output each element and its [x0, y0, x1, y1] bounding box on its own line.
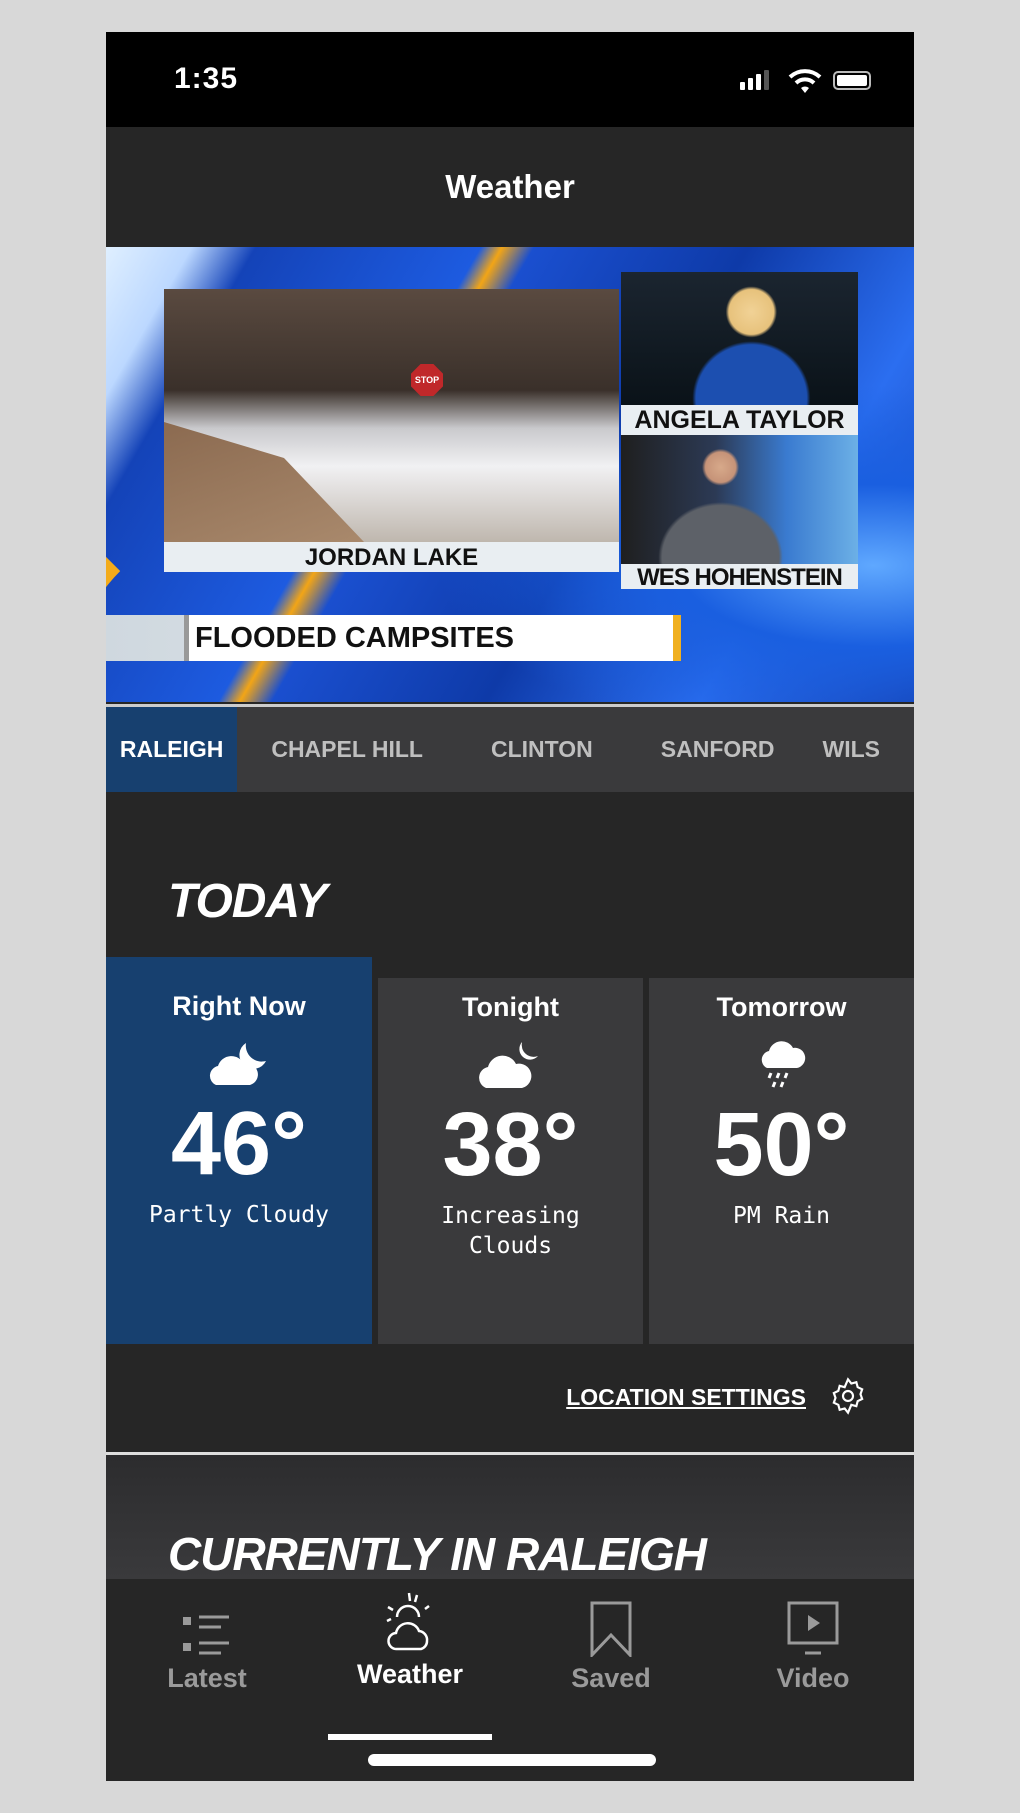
forecast-card-tomorrow[interactable]: Tomorrow 50° PM Rain — [649, 978, 914, 1344]
signal-icon — [740, 70, 769, 90]
card-temperature: 50° — [713, 1095, 850, 1195]
card-condition: Partly Cloudy — [148, 1202, 329, 1228]
nav-label: Saved — [571, 1663, 651, 1693]
weather-icon — [330, 1591, 490, 1653]
card-condition: PM Rain — [733, 1203, 830, 1229]
anchor-panel: ANGELA TAYLOR WES HOHENSTEIN — [621, 272, 858, 591]
gear-icon[interactable] — [828, 1376, 868, 1416]
rain-cloud-icon — [649, 1035, 914, 1095]
partly-cloudy-night-icon — [106, 1034, 372, 1094]
nav-saved[interactable]: Saved — [531, 1595, 691, 1694]
tab-chapel-hill[interactable]: CHAPEL HILL — [237, 707, 457, 792]
home-indicator[interactable] — [368, 1754, 656, 1766]
video-player[interactable]: STOP JORDAN LAKE ANGELA TAYLOR WES HOHEN… — [106, 247, 914, 702]
status-bar: 1:35 — [106, 32, 914, 127]
forecast-card-right-now[interactable]: Right Now 46° Partly Cloudy — [106, 957, 372, 1344]
active-tab-indicator — [328, 1734, 492, 1740]
status-time: 1:35 — [174, 62, 239, 95]
today-heading: TODAY — [168, 875, 328, 928]
list-icon — [127, 1595, 287, 1657]
card-label: Right Now — [172, 991, 306, 1021]
tab-clinton[interactable]: CLINTON — [457, 707, 627, 792]
nav-label: Video — [776, 1663, 850, 1693]
wifi-icon — [788, 69, 822, 93]
nav-latest[interactable]: Latest — [127, 1595, 287, 1694]
tab-wilson[interactable]: WILS — [809, 707, 915, 792]
location-settings-link[interactable]: LOCATION SETTINGS — [566, 1384, 806, 1411]
location-tabs: RALEIGH CHAPEL HILL CLINTON SANFORD WILS — [106, 704, 914, 792]
main-video-image: STOP JORDAN LAKE — [164, 289, 619, 572]
card-temperature: 38° — [442, 1095, 579, 1195]
currently-section: CURRENTLY IN RALEIGH — [106, 1455, 914, 1580]
anchor-name: WES HOHENSTEIN — [637, 564, 843, 591]
card-label: Tomorrow — [716, 992, 847, 1022]
cloud-moon-icon — [378, 1035, 643, 1095]
stop-sign: STOP — [411, 364, 443, 396]
lower-third: FLOODED CAMPSITES — [106, 615, 681, 661]
main-caption: JORDAN LAKE — [304, 544, 479, 571]
nav-label: Weather — [356, 1659, 464, 1689]
tab-raleigh[interactable]: RALEIGH — [106, 707, 238, 792]
card-temperature: 46° — [170, 1094, 308, 1194]
battery-icon — [833, 71, 871, 90]
nav-weather[interactable]: Weather — [330, 1591, 490, 1690]
bookmark-icon — [531, 1595, 691, 1657]
currently-heading: CURRENTLY IN RALEIGH — [168, 1528, 707, 1580]
forecast-card-tonight[interactable]: Tonight 38° Increasing Clouds — [378, 978, 643, 1344]
anchor-image — [621, 435, 858, 564]
page-title: Weather — [106, 127, 914, 247]
headline: FLOODED CAMPSITES — [184, 615, 673, 661]
phone-screen: 1:35 Weather STOP JORDAN LAKE ANGELA TAY… — [106, 32, 914, 1781]
card-label: Tonight — [462, 992, 559, 1022]
tab-sanford[interactable]: SANFORD — [627, 707, 809, 792]
bottom-nav: Latest Weather Saved Video — [106, 1579, 914, 1781]
video-icon — [733, 1595, 893, 1657]
card-condition: Increasing Clouds — [441, 1203, 580, 1259]
nav-video[interactable]: Video — [733, 1595, 893, 1694]
anchor-name: ANGELA TAYLOR — [634, 406, 845, 434]
anchor-image — [621, 272, 858, 405]
location-settings-row: LOCATION SETTINGS — [106, 1344, 914, 1452]
nav-label: Latest — [167, 1663, 247, 1693]
